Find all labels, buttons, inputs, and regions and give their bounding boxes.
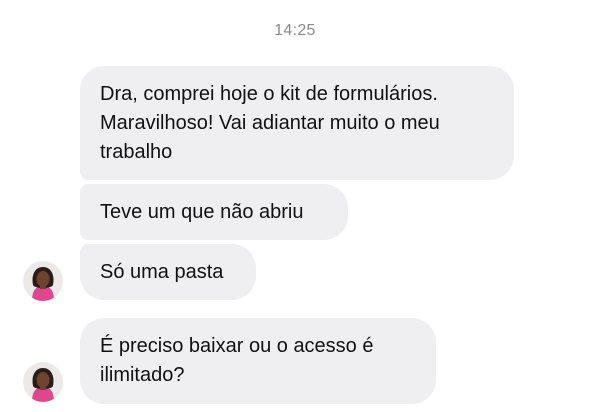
message-text: Só uma pasta	[100, 260, 224, 283]
profile-photo-icon	[23, 261, 63, 301]
sender-avatar[interactable]	[23, 261, 63, 301]
message-timestamp: 14:25	[274, 22, 316, 39]
message-text: Dra, comprei hoje o kit de formulários. …	[100, 82, 440, 163]
profile-photo-icon	[23, 362, 63, 402]
message-bubble[interactable]: Teve um que não abriu	[80, 184, 348, 240]
message-bubble[interactable]: Dra, comprei hoje o kit de formulários. …	[80, 66, 514, 180]
sender-avatar[interactable]	[23, 362, 63, 402]
message-text: É preciso baixar ou o acesso é ilimitado…	[100, 335, 374, 386]
message-bubble[interactable]: É preciso baixar ou o acesso é ilimitado…	[80, 318, 436, 404]
message-text: Teve um que não abriu	[100, 200, 304, 223]
message-bubble[interactable]: Só uma pasta	[80, 244, 256, 300]
